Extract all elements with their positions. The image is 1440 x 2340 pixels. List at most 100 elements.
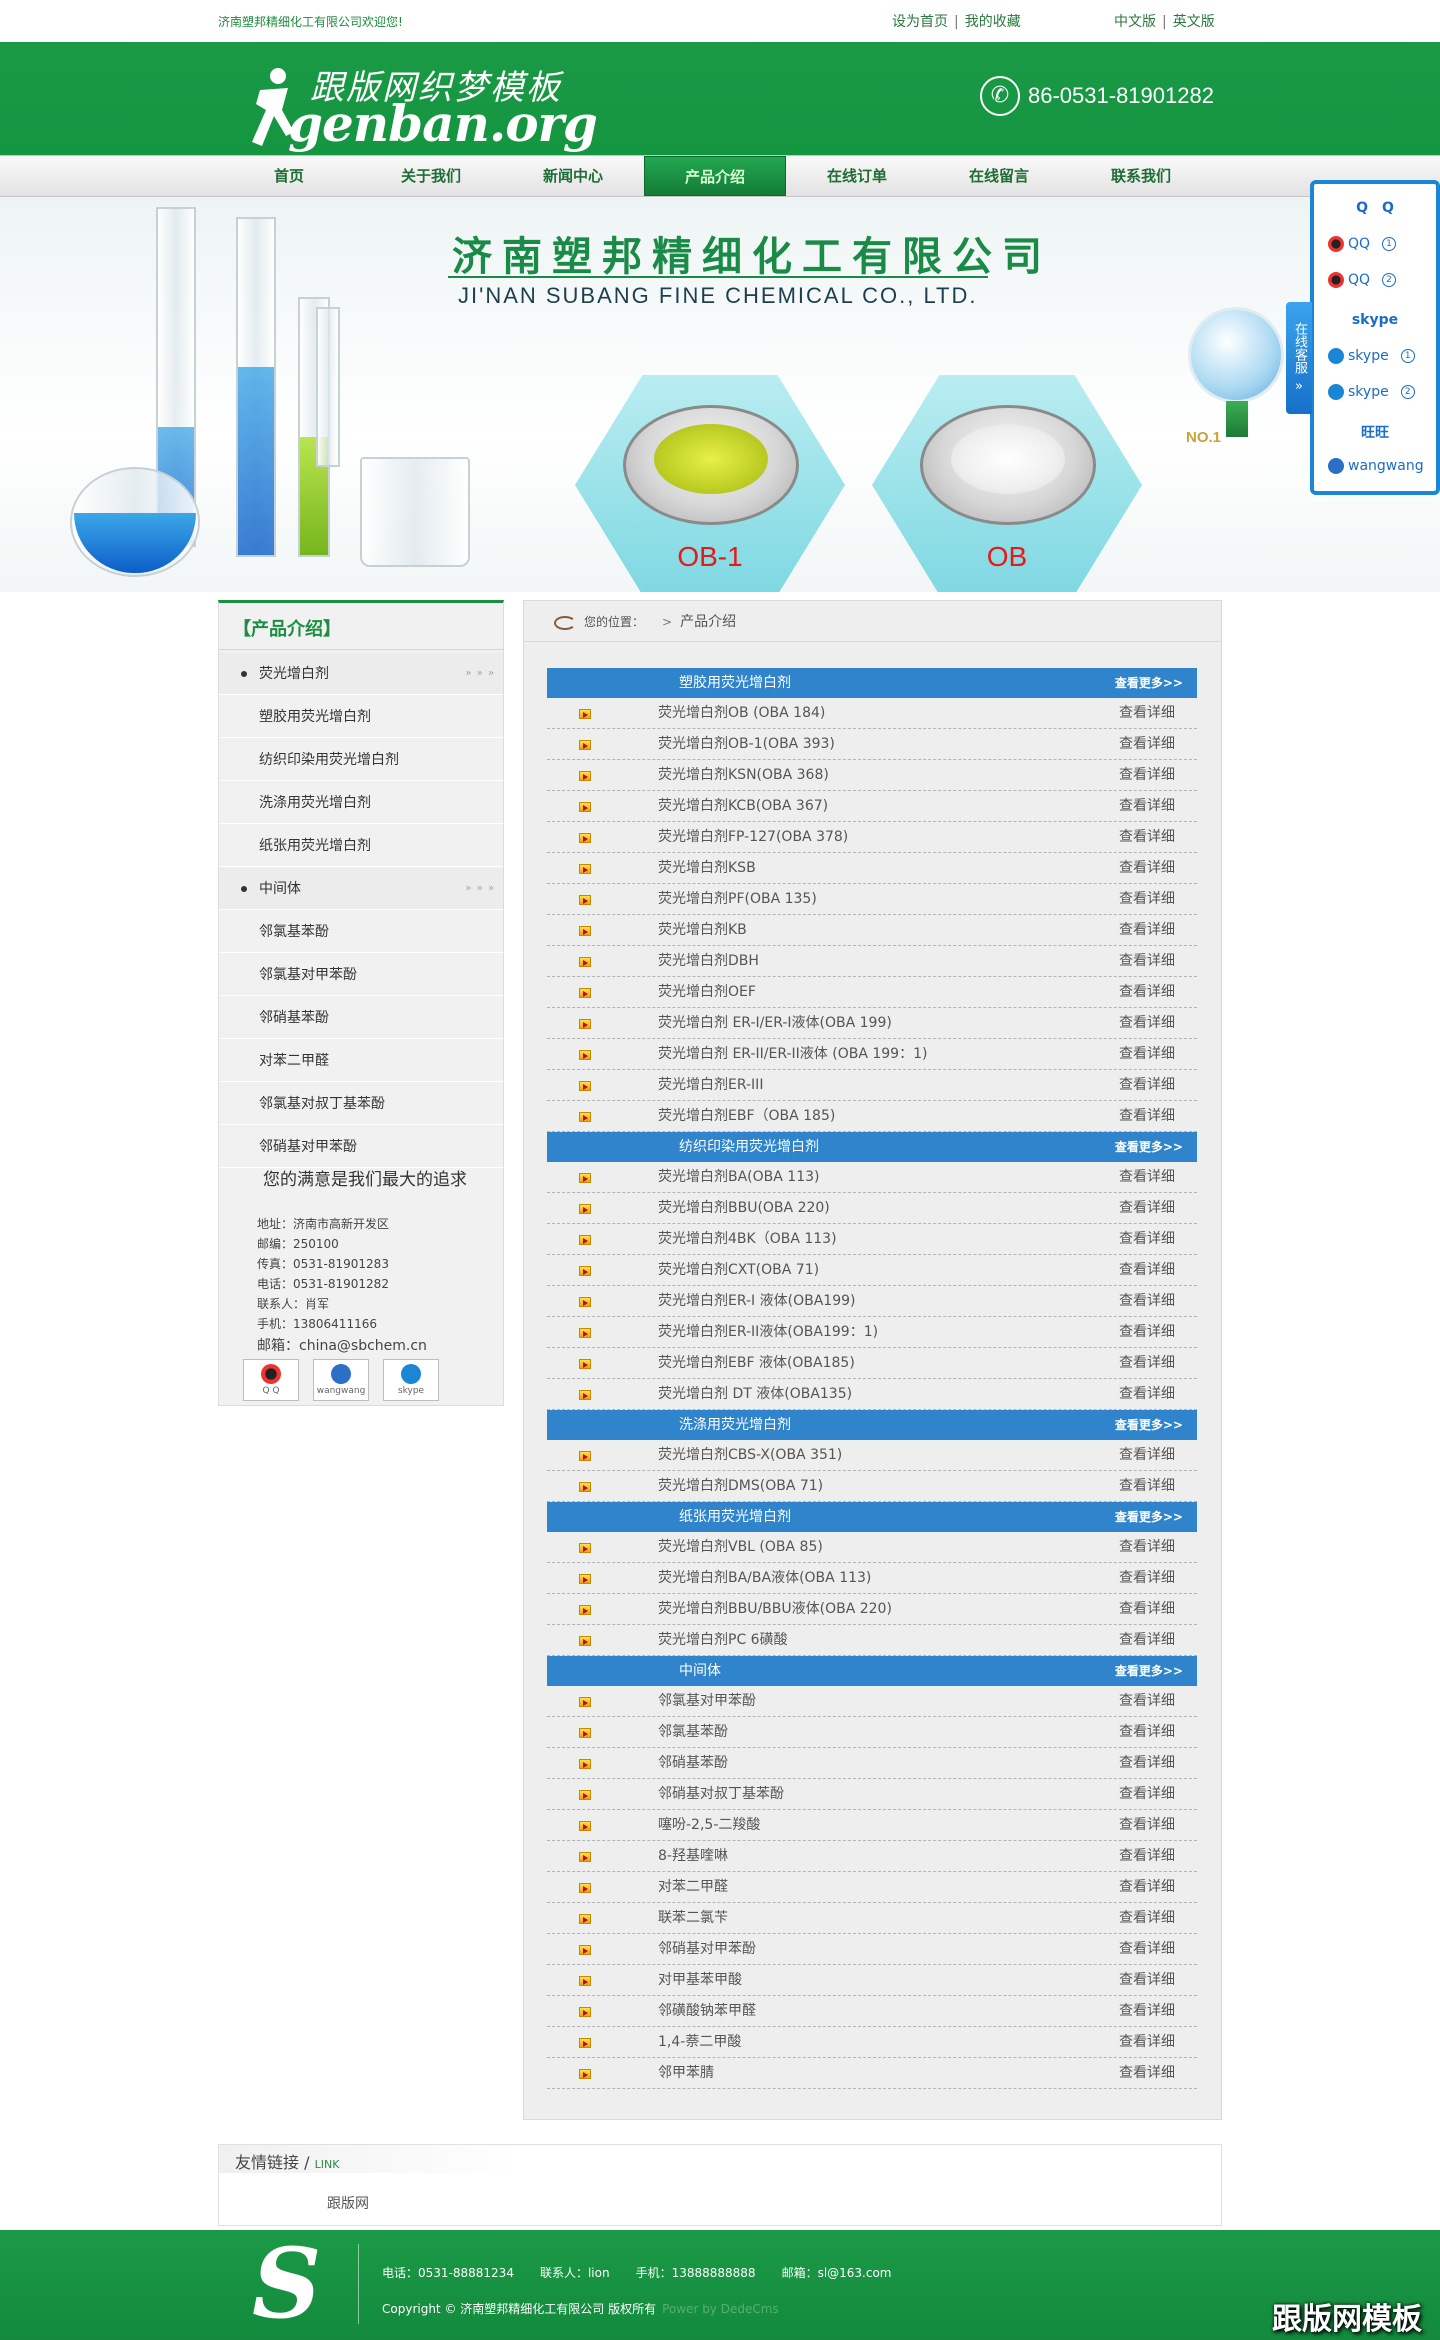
- lang-cn-link[interactable]: 中文版: [1114, 14, 1156, 30]
- product-name[interactable]: 荧光增白剂ER-I 液体(OBA199): [658, 1286, 855, 1317]
- view-detail-link[interactable]: 查看详细: [1119, 1440, 1175, 1471]
- product-name[interactable]: 荧光增白剂ER-II液体(OBA199：1): [658, 1317, 878, 1348]
- product-name[interactable]: 荧光增白剂KSB: [658, 853, 756, 884]
- sidebar-wangwang-button[interactable]: wangwang: [313, 1359, 369, 1401]
- product-row[interactable]: 噻吩-2,5-二羧酸 查看详细: [547, 1810, 1197, 1841]
- product-name[interactable]: 对甲基苯甲酸: [658, 1965, 742, 1996]
- skype-contact-2[interactable]: skype 2: [1328, 384, 1415, 400]
- product-row[interactable]: 荧光增白剂DBH 查看详细: [547, 946, 1197, 977]
- product-hex-ob1[interactable]: OB-1: [575, 375, 845, 592]
- view-detail-link[interactable]: 查看详细: [1119, 1101, 1175, 1132]
- product-name[interactable]: 荧光增白剂PC 6磺酸: [658, 1625, 788, 1656]
- view-detail-link[interactable]: 查看详细: [1119, 1193, 1175, 1224]
- sidebar-item-c2-0[interactable]: 邻氯基苯酚: [219, 911, 503, 953]
- product-row[interactable]: 对甲基苯甲酸 查看详细: [547, 1965, 1197, 1996]
- product-name[interactable]: 荧光增白剂OB (OBA 184): [658, 698, 825, 729]
- friendly-link[interactable]: 跟版网: [327, 2193, 369, 2213]
- section-title[interactable]: 纺织印染用荧光增白剂: [679, 1132, 819, 1162]
- product-name[interactable]: 荧光增白剂DMS(OBA 71): [658, 1471, 823, 1502]
- product-name[interactable]: 荧光增白剂EBF 液体(OBA185): [658, 1348, 855, 1379]
- product-row[interactable]: 荧光增白剂KSB 查看详细: [547, 853, 1197, 884]
- view-detail-link[interactable]: 查看详细: [1119, 1779, 1175, 1810]
- product-row[interactable]: 邻氯基苯酚 查看详细: [547, 1717, 1197, 1748]
- view-detail-link[interactable]: 查看详细: [1119, 1286, 1175, 1317]
- site-logo[interactable]: 跟版网织梦模板 genban.org: [248, 58, 598, 154]
- product-row[interactable]: 1,4-萘二甲酸 查看详细: [547, 2027, 1197, 2058]
- view-detail-link[interactable]: 查看详细: [1119, 915, 1175, 946]
- product-name[interactable]: 荧光增白剂ER-III: [658, 1070, 763, 1101]
- view-detail-link[interactable]: 查看详细: [1119, 1841, 1175, 1872]
- product-row[interactable]: 邻硝基对甲苯酚 查看详细: [547, 1934, 1197, 1965]
- view-detail-link[interactable]: 查看详细: [1119, 1594, 1175, 1625]
- view-detail-link[interactable]: 查看详细: [1119, 729, 1175, 760]
- product-name[interactable]: 荧光增白剂 ER-I/ER-I液体(OBA 199): [658, 1008, 892, 1039]
- view-detail-link[interactable]: 查看详细: [1119, 791, 1175, 822]
- view-detail-link[interactable]: 查看详细: [1119, 1070, 1175, 1101]
- product-row[interactable]: 联苯二氯苄 查看详细: [547, 1903, 1197, 1934]
- nav-item-4[interactable]: 在线订单: [786, 156, 928, 196]
- product-name[interactable]: 荧光增白剂BBU(OBA 220): [658, 1193, 830, 1224]
- sidebar-item-c2-3[interactable]: 对苯二甲醛: [219, 1040, 503, 1082]
- product-name[interactable]: 荧光增白剂KSN(OBA 368): [658, 760, 829, 791]
- product-name[interactable]: 邻氯基对甲苯酚: [658, 1686, 756, 1717]
- favorites-link[interactable]: 我的收藏: [965, 14, 1021, 30]
- product-row[interactable]: 对苯二甲醛 查看详细: [547, 1872, 1197, 1903]
- sidebar-category-1[interactable]: 荧光增白剂» » »: [219, 653, 503, 695]
- product-name[interactable]: 荧光增白剂CBS-X(OBA 351): [658, 1440, 842, 1471]
- breadcrumb-current[interactable]: 产品介绍: [680, 614, 736, 630]
- view-detail-link[interactable]: 查看详细: [1119, 1471, 1175, 1502]
- view-detail-link[interactable]: 查看详细: [1119, 1872, 1175, 1903]
- view-detail-link[interactable]: 查看详细: [1119, 1965, 1175, 1996]
- view-detail-link[interactable]: 查看详细: [1119, 2058, 1175, 2089]
- product-row[interactable]: 8-羟基喹啉 查看详细: [547, 1841, 1197, 1872]
- product-row[interactable]: 荧光增白剂4BK（OBA 113) 查看详细: [547, 1224, 1197, 1255]
- view-detail-link[interactable]: 查看详细: [1119, 884, 1175, 915]
- section-title[interactable]: 洗涤用荧光增白剂: [679, 1410, 791, 1440]
- skype-contact-1[interactable]: skype 1: [1328, 348, 1415, 364]
- product-row[interactable]: 荧光增白剂PF(OBA 135) 查看详细: [547, 884, 1197, 915]
- view-detail-link[interactable]: 查看详细: [1119, 946, 1175, 977]
- product-row[interactable]: 荧光增白剂FP-127(OBA 378) 查看详细: [547, 822, 1197, 853]
- sidebar-qq-button[interactable]: Q Q: [243, 1359, 299, 1401]
- sidebar-item-c1-0[interactable]: 塑胶用荧光增白剂: [219, 696, 503, 738]
- lang-en-link[interactable]: 英文版: [1173, 14, 1215, 30]
- product-name[interactable]: 联苯二氯苄: [658, 1903, 728, 1934]
- sidebar-item-c1-1[interactable]: 纺织印染用荧光增白剂: [219, 739, 503, 781]
- product-row[interactable]: 荧光增白剂EBF（OBA 185) 查看详细: [547, 1101, 1197, 1132]
- qq-contact-2[interactable]: QQ 2: [1328, 272, 1397, 288]
- nav-item-1[interactable]: 关于我们: [360, 156, 502, 196]
- product-name[interactable]: 邻硝基对叔丁基苯酚: [658, 1779, 784, 1810]
- view-detail-link[interactable]: 查看详细: [1119, 698, 1175, 729]
- product-name[interactable]: 荧光增白剂DBH: [658, 946, 759, 977]
- view-detail-link[interactable]: 查看详细: [1119, 1348, 1175, 1379]
- product-row[interactable]: 荧光增白剂ER-II液体(OBA199：1) 查看详细: [547, 1317, 1197, 1348]
- product-row[interactable]: 荧光增白剂OEF 查看详细: [547, 977, 1197, 1008]
- product-row[interactable]: 荧光增白剂BA/BA液体(OBA 113) 查看详细: [547, 1563, 1197, 1594]
- product-name[interactable]: 荧光增白剂VBL (OBA 85): [658, 1532, 823, 1563]
- view-detail-link[interactable]: 查看详细: [1119, 1903, 1175, 1934]
- product-name[interactable]: 荧光增白剂KB: [658, 915, 747, 946]
- product-name[interactable]: 邻磺酸钠苯甲醛: [658, 1996, 756, 2027]
- sidebar-item-c2-5[interactable]: 邻硝基对甲苯酚: [219, 1126, 503, 1168]
- wangwang-contact[interactable]: wangwang: [1328, 458, 1424, 474]
- qq-contact-1[interactable]: QQ 1: [1328, 236, 1397, 252]
- view-detail-link[interactable]: 查看详细: [1119, 1810, 1175, 1841]
- product-row[interactable]: 荧光增白剂OB-1(OBA 393) 查看详细: [547, 729, 1197, 760]
- product-row[interactable]: 邻磺酸钠苯甲醛 查看详细: [547, 1996, 1197, 2027]
- view-more-link[interactable]: 查看更多>>: [1115, 1410, 1183, 1440]
- product-name[interactable]: 荧光增白剂 DT 液体(OBA135): [658, 1379, 852, 1410]
- view-detail-link[interactable]: 查看详细: [1119, 1039, 1175, 1070]
- product-name[interactable]: 荧光增白剂4BK（OBA 113): [658, 1224, 837, 1255]
- view-detail-link[interactable]: 查看详细: [1119, 1625, 1175, 1656]
- product-name[interactable]: 荧光增白剂BA/BA液体(OBA 113): [658, 1563, 871, 1594]
- product-row[interactable]: 荧光增白剂BBU/BBU液体(OBA 220) 查看详细: [547, 1594, 1197, 1625]
- product-row[interactable]: 荧光增白剂BBU(OBA 220) 查看详细: [547, 1193, 1197, 1224]
- view-detail-link[interactable]: 查看详细: [1119, 2027, 1175, 2058]
- view-detail-link[interactable]: 查看详细: [1119, 1686, 1175, 1717]
- sidebar-category-2[interactable]: 中间体» » »: [219, 868, 503, 910]
- product-name[interactable]: 邻硝基苯酚: [658, 1748, 728, 1779]
- product-name[interactable]: 荧光增白剂OB-1(OBA 393): [658, 729, 835, 760]
- sidebar-skype-button[interactable]: skype: [383, 1359, 439, 1401]
- sidebar-item-c1-2[interactable]: 洗涤用荧光增白剂: [219, 782, 503, 824]
- view-detail-link[interactable]: 查看详细: [1119, 853, 1175, 884]
